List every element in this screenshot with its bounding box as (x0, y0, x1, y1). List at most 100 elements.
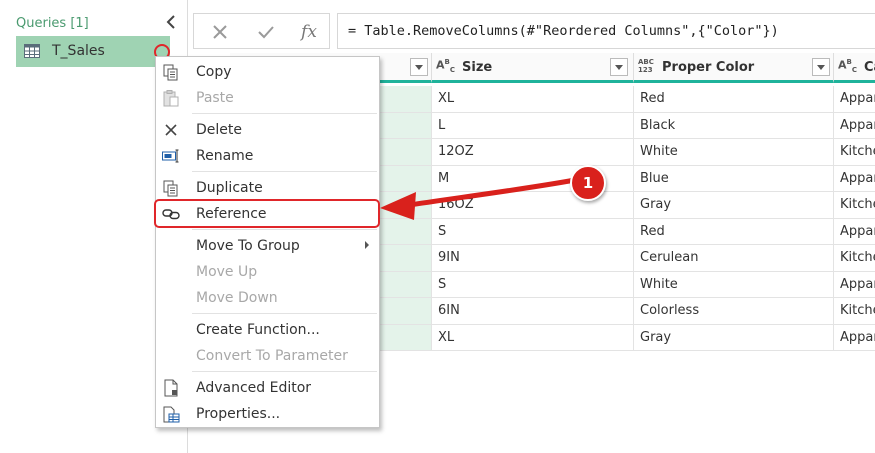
submenu-arrow-icon (365, 241, 369, 249)
any-type-icon: ABC 123 (638, 58, 654, 74)
context-menu: Copy Paste Delete Rename Duplicate Refer… (154, 56, 380, 428)
menu-separator (192, 313, 377, 314)
formula-input[interactable]: = Table.RemoveColumns(#"Reordered Column… (337, 13, 875, 49)
copy-icon (162, 63, 180, 81)
column-name: Size (462, 60, 493, 75)
duplicate-icon (162, 179, 180, 197)
table-cell[interactable]: White (634, 271, 834, 298)
table-cell[interactable]: Kitche (834, 298, 875, 325)
callout-badge: 1 (570, 165, 606, 201)
paste-icon (162, 89, 180, 107)
menu-label: Create Function... (196, 322, 320, 338)
menu-label: Move To Group (196, 238, 300, 254)
insert-function-button[interactable]: fx (297, 20, 321, 44)
table-cell[interactable]: Gray (634, 324, 834, 351)
menu-label: Copy (196, 64, 232, 80)
column-name: Proper Color (662, 60, 755, 75)
table-cell[interactable]: White (634, 139, 834, 166)
properties-icon (162, 405, 180, 423)
menu-separator (192, 113, 377, 114)
table-cell[interactable]: Black (634, 112, 834, 139)
query-item-t-sales[interactable]: T_Sales (16, 36, 170, 67)
table-cell[interactable]: S (432, 271, 634, 298)
menu-item-delete[interactable]: Delete (156, 117, 379, 143)
table-cell[interactable]: Red (634, 86, 834, 113)
menu-item-move-down[interactable]: Move Down (156, 285, 379, 311)
table-cell[interactable]: Gray (634, 192, 834, 219)
menu-label: Delete (196, 122, 242, 138)
table-cell[interactable]: S (432, 218, 634, 245)
chevron-left-icon (166, 15, 175, 29)
menu-item-create-function[interactable]: Create Function... (156, 317, 379, 343)
menu-item-properties[interactable]: Properties... (156, 401, 379, 427)
commit-button[interactable] (254, 20, 278, 44)
menu-item-copy[interactable]: Copy (156, 59, 379, 85)
filter-dropdown-button[interactable] (812, 58, 830, 76)
query-name: T_Sales (52, 43, 105, 59)
document-icon (162, 379, 180, 397)
menu-item-move-up[interactable]: Move Up (156, 259, 379, 285)
menu-label: Move Down (196, 290, 278, 306)
cancel-button[interactable] (208, 20, 232, 44)
column-header-proper-color[interactable]: ABC 123 Proper Color (634, 53, 834, 83)
table-cell[interactable]: L (432, 112, 634, 139)
text-type-icon: ABC (436, 58, 455, 74)
column-header-size[interactable]: ABC Size (432, 53, 634, 83)
menu-separator (192, 171, 377, 172)
table-icon (24, 44, 40, 58)
table-cell[interactable]: Kitche (834, 245, 875, 272)
delete-icon (162, 121, 180, 139)
menu-separator (192, 229, 377, 230)
menu-label: Advanced Editor (196, 380, 312, 396)
menu-item-rename[interactable]: Rename (156, 143, 379, 169)
table-cell[interactable]: Cerulean (634, 245, 834, 272)
filter-dropdown-button[interactable] (610, 58, 628, 76)
menu-label: Rename (196, 148, 254, 164)
fx-icon: fx (301, 22, 317, 42)
menu-item-convert-to-parameter[interactable]: Convert To Parameter (156, 343, 379, 369)
menu-label: Paste (196, 90, 234, 106)
highlight-box (154, 199, 380, 228)
formula-text: = Table.RemoveColumns(#"Reordered Column… (348, 23, 779, 39)
table-cell[interactable]: XL (432, 86, 634, 113)
table-cell[interactable]: 9IN (432, 245, 634, 272)
table-cell[interactable]: Red (634, 218, 834, 245)
table-cell[interactable]: Kitche (834, 192, 875, 219)
menu-label: Duplicate (196, 180, 263, 196)
menu-label: Move Up (196, 264, 258, 280)
text-type-icon: ABC (838, 58, 857, 74)
table-cell[interactable]: Blue (634, 165, 834, 192)
chevron-down-icon (415, 64, 423, 70)
table-cell[interactable]: Appar (834, 86, 875, 113)
menu-item-move-to-group[interactable]: Move To Group (156, 233, 379, 259)
table-cell[interactable]: XL (432, 324, 634, 351)
table-cell[interactable]: 12OZ (432, 139, 634, 166)
table-cell[interactable]: Appar (834, 166, 875, 192)
table-cell[interactable]: Appar (834, 113, 875, 139)
menu-label: Convert To Parameter (196, 348, 348, 364)
menu-item-advanced-editor[interactable]: Advanced Editor (156, 375, 379, 401)
table-cell[interactable]: Appar (834, 272, 875, 298)
collapse-pane-button[interactable] (162, 12, 180, 32)
table-cell[interactable]: 6IN (432, 298, 634, 325)
menu-item-duplicate[interactable]: Duplicate (156, 175, 379, 201)
menu-item-paste[interactable]: Paste (156, 85, 379, 111)
chevron-down-icon (817, 64, 825, 70)
column-header-category[interactable]: ABC Ca (834, 53, 875, 83)
table-cell[interactable]: Kitche (834, 139, 875, 166)
table-cell[interactable]: Colorless (634, 298, 834, 325)
chevron-down-icon (615, 64, 623, 70)
column-name: Ca (864, 60, 875, 75)
table-cell[interactable]: 16OZ (432, 192, 634, 219)
formula-tools: fx (193, 13, 330, 49)
table-cell[interactable]: Appar (834, 219, 875, 245)
menu-label: Properties... (196, 406, 281, 422)
rename-icon (162, 147, 180, 165)
filter-dropdown-button[interactable] (410, 58, 428, 76)
close-icon (213, 25, 227, 39)
menu-item-reference[interactable]: Reference (154, 199, 380, 228)
table-cell[interactable]: Appar (834, 325, 875, 351)
check-icon (258, 26, 274, 39)
menu-separator (192, 371, 377, 372)
queries-header: Queries [1] (16, 16, 89, 31)
